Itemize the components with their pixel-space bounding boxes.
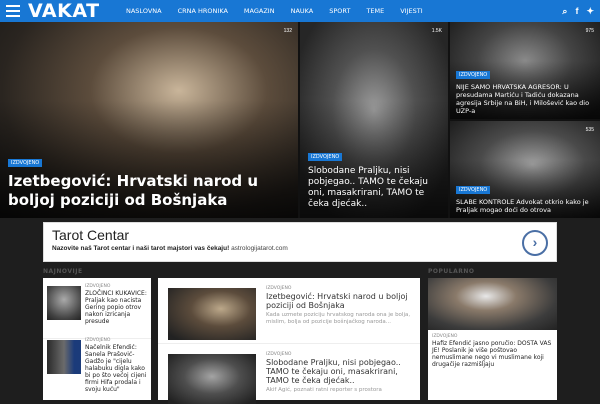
view-count: 132 [283, 28, 292, 34]
article-thumbnail[interactable] [47, 286, 81, 320]
headline[interactable]: Hafiz Efendić jasno poručio: DOSTA VAS J… [432, 340, 553, 368]
nav-item-naslovna[interactable]: NASLOVNA [118, 0, 170, 22]
headline[interactable]: NIJE SAMO HRVATSKA AGRESOR: U presudama … [456, 83, 594, 115]
headline[interactable]: Izetbegović: Hrvatski narod u boljoj poz… [266, 292, 414, 310]
category-tag[interactable]: IZDVOJENO [266, 352, 414, 357]
headline[interactable]: Izetbegović: Hrvatski narod u boljoj poz… [8, 172, 290, 210]
category-tag[interactable]: IZDVOJENO [8, 159, 43, 167]
chevron-right-icon[interactable]: › [522, 230, 548, 256]
headline[interactable]: Slobodane Praljku, nisi pobjegao.. TAMO … [308, 166, 440, 210]
article-excerpt: Kada uzmete poziciju hrvatskog naroda on… [266, 312, 411, 325]
najnovije-list: IZDVOJENO ZLOČINCI KUKAVICE: Praljak kao… [43, 278, 151, 400]
section-heading-najnovije: NAJNOVIJE [43, 268, 83, 275]
view-count: 975 [585, 28, 594, 34]
headline[interactable]: ZLOČINCI KUKAVICE: Praljak kao nacista G… [85, 290, 149, 325]
view-count: 535 [585, 127, 594, 133]
article-thumbnail[interactable] [168, 288, 256, 340]
category-tag[interactable]: IZDVOJENO [85, 338, 149, 343]
article-excerpt: Akif Agić, poznati ratni reporter s pros… [266, 387, 382, 393]
list-item[interactable]: IZDVOJENO ZLOČINCI KUKAVICE: Praljak kao… [43, 284, 151, 339]
ad-url[interactable]: astrologijatarot.com [231, 245, 288, 252]
list-item[interactable]: IZDVOJENO Izetbegović: Hrvatski narod u … [158, 284, 420, 344]
ad-banner[interactable]: Tarot Centar Nazovite naš Tarot centar i… [43, 222, 557, 262]
hero-mid-article[interactable]: 1.5K IZDVOJENO Slobodane Praljku, nisi p… [300, 22, 448, 218]
article-thumbnail[interactable] [47, 340, 81, 374]
hero-right-top-article[interactable]: 975 IZDVOJENO NIJE SAMO HRVATSKA AGRESOR… [450, 22, 600, 119]
hamburger-icon[interactable] [6, 5, 20, 17]
hero-main-article[interactable]: 132 IZDVOJENO Izetbegović: Hrvatski naro… [0, 22, 298, 218]
headline[interactable]: Slobodane Praljku, nisi pobjegao.. TAMO … [266, 358, 414, 385]
main-nav: NASLOVNA CRNA HRONIKA MAGAZIN NAUKA SPOR… [118, 0, 431, 22]
site-logo[interactable]: VAKAT [28, 0, 100, 22]
category-tag[interactable]: IZDVOJENO [456, 71, 491, 79]
ad-text: Nazovite naš Tarot centar i naši tarot m… [52, 245, 288, 252]
article-thumbnail[interactable] [168, 354, 256, 404]
top-navbar: VAKAT NASLOVNA CRNA HRONIKA MAGAZIN NAUK… [0, 0, 600, 22]
nav-item-sport[interactable]: SPORT [321, 0, 358, 22]
section-heading-popularno: POPULARNO [428, 268, 475, 275]
hero-grid: 132 IZDVOJENO Izetbegović: Hrvatski naro… [0, 22, 600, 218]
list-item[interactable]: IZDVOJENO Načelnik Efendić: Sanela Prašo… [43, 338, 151, 393]
list-item[interactable]: IZDVOJENO Slobodane Praljku, nisi pobjeg… [158, 350, 420, 404]
nav-item-nauka[interactable]: NAUKA [283, 0, 322, 22]
center-article-list: IZDVOJENO Izetbegović: Hrvatski narod u … [158, 278, 420, 404]
category-tag[interactable]: IZDVOJENO [456, 186, 491, 194]
category-tag[interactable]: IZDVOJENO [308, 153, 343, 161]
popularno-list: IZDVOJENO Hafiz Efendić jasno poručio: D… [428, 278, 557, 400]
article-thumbnail[interactable] [428, 278, 557, 330]
headline[interactable]: SLABE KONTROLE Advokat otkrio kako je Pr… [456, 198, 594, 214]
nav-item-crna-hronika[interactable]: CRNA HRONIKA [170, 0, 236, 22]
search-icon[interactable]: ⌕ [562, 4, 567, 18]
facebook-icon[interactable]: f [575, 4, 578, 18]
nav-item-magazin[interactable]: MAGAZIN [236, 0, 283, 22]
category-tag[interactable]: IZDVOJENO [432, 334, 553, 339]
headline[interactable]: Načelnik Efendić: Sanela Prašović-Gadžo … [85, 344, 149, 393]
hero-right-bottom-article[interactable]: 535 IZDVOJENO SLABE KONTROLE Advokat otk… [450, 121, 600, 218]
category-tag[interactable]: IZDVOJENO [85, 284, 149, 289]
category-tag[interactable]: IZDVOJENO [266, 286, 414, 291]
nav-item-teme[interactable]: TEME [358, 0, 392, 22]
ad-title[interactable]: Tarot Centar [52, 227, 129, 243]
twitter-icon[interactable]: ✦ [586, 4, 594, 18]
view-count: 1.5K [431, 28, 442, 34]
nav-item-vijesti[interactable]: VIJESTI [392, 0, 430, 22]
